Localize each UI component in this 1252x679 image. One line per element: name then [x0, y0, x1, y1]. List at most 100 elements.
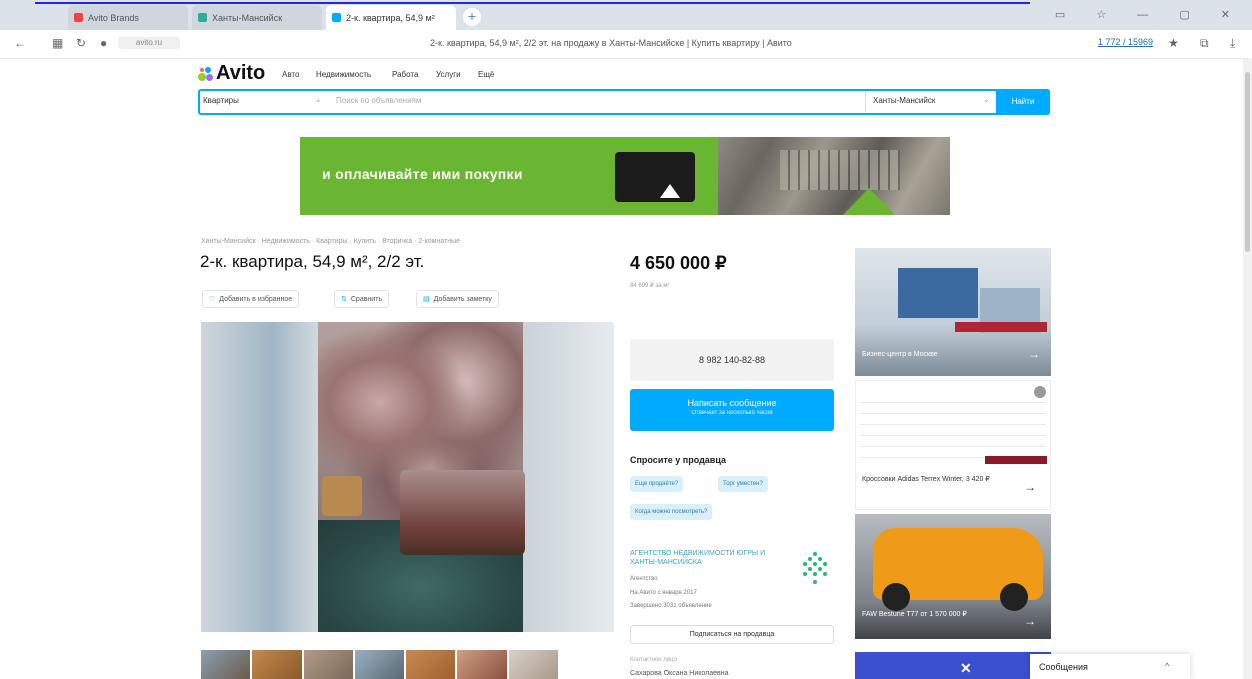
quick-question-chip[interactable]: Торг уместен? — [718, 476, 768, 492]
extensions-icon[interactable]: ⧉ — [1200, 36, 1209, 51]
photo-wall-right — [522, 322, 614, 632]
banner-photo-detail — [780, 150, 900, 190]
tab-label: Avito Brands — [88, 12, 139, 23]
price-per-meter: 84 699 ₽ за м² — [630, 283, 670, 289]
nav-more[interactable]: Ещё — [478, 70, 494, 79]
ad-image — [898, 268, 978, 318]
ad-caption: Бизнес-центр в Москве — [862, 351, 938, 358]
thumbnail[interactable] — [457, 650, 507, 679]
search-input[interactable]: Поиск по объявлениям — [336, 96, 421, 105]
arrow-right-icon[interactable]: → — [1024, 480, 1036, 494]
show-phone-button[interactable]: 8 982 140-82-88 — [630, 339, 834, 381]
write-message-button[interactable]: Написать сообщение Отвечает за несколько… — [630, 389, 834, 431]
chevron-down-icon[interactable]: ⌄ — [983, 95, 990, 104]
button-label: Добавить заметку — [433, 296, 492, 303]
contact-label: Контактное лицо — [630, 657, 677, 663]
button-label: Сравнить — [350, 296, 383, 303]
ad-info-icon[interactable] — [1034, 386, 1046, 398]
heart-icon: ♡ — [209, 296, 216, 303]
compare-button[interactable]: ⇅ Сравнить — [334, 290, 390, 308]
logo-text: Avito — [216, 62, 266, 84]
tabs-icon[interactable]: ▦ — [52, 36, 63, 50]
scrollbar-thumb[interactable] — [1245, 72, 1250, 252]
seller-type: Агентство — [630, 576, 658, 582]
card-logo-icon — [660, 184, 680, 198]
favicon-icon — [198, 13, 207, 22]
photo-nightstand — [322, 476, 362, 516]
price: 4 650 000 ₽ — [630, 253, 727, 273]
breadcrumb[interactable]: Ханты-Мансийск · Недвижимость · Квартиры… — [201, 238, 460, 245]
add-note-button[interactable]: ▤ Добавить заметку — [416, 290, 499, 308]
zoom-label[interactable]: 1 772 / 15969 — [1098, 37, 1153, 47]
add-favorite-button[interactable]: ♡ Добавить в избранное — [202, 290, 300, 308]
thumbnail[interactable] — [252, 650, 302, 679]
arrow-right-icon[interactable]: → — [1024, 614, 1036, 628]
divider — [865, 91, 866, 113]
bank-card-image — [615, 152, 695, 202]
page-title: 2-к. квартира, 54,9 м², 2/2 эт. на прода… — [430, 38, 792, 48]
nav-realty[interactable]: Недвижимость — [316, 70, 371, 79]
seller-logo-icon[interactable] — [795, 548, 835, 588]
browser-tab-2[interactable]: Ханты-Мансийск — [192, 5, 322, 30]
subscribe-button[interactable]: Подписаться на продавца — [630, 625, 834, 644]
city-select[interactable]: Ханты-Мансийск — [873, 96, 935, 105]
address-bar[interactable]: avito.ru — [118, 37, 180, 49]
new-tab-button[interactable]: + — [463, 8, 481, 26]
reload-icon[interactable]: ↻ — [76, 36, 86, 50]
ad-image — [860, 392, 1046, 462]
link-underline — [35, 2, 1030, 4]
banner-text: и оплачивайте ими покупки — [322, 166, 523, 182]
back-icon[interactable]: ← — [14, 36, 26, 50]
note-icon: ▤ — [423, 296, 430, 303]
browser-tab-1[interactable]: Avito Brands — [68, 5, 188, 30]
avito-logo[interactable]: Avito — [198, 62, 265, 85]
nav-services[interactable]: Услуги — [436, 70, 461, 79]
quick-question-chip[interactable]: Еще продаёте? — [630, 476, 684, 492]
window-controls[interactable]: ▭ ☆ — ▢ ✕ — [1055, 8, 1244, 21]
ad-image-wheel — [882, 583, 910, 611]
favicon-icon — [74, 13, 83, 22]
thumbnail[interactable] — [406, 650, 456, 679]
thumbnail[interactable] — [508, 650, 558, 679]
button-sublabel: Отвечает за несколько часов — [691, 410, 773, 416]
download-icon[interactable]: ⤓ — [1230, 36, 1235, 51]
ad-caption: Кроссовки Adidas Terrex Winter, 3 420 ₽ — [862, 476, 990, 483]
photo-bed — [400, 470, 525, 555]
thumbnail[interactable] — [201, 650, 251, 679]
quick-question-chip[interactable]: Когда можно посмотреть? — [630, 504, 713, 520]
favicon-icon — [332, 13, 341, 22]
photo-thumbnails — [201, 650, 558, 679]
tab-label: Ханты-Мансийск — [212, 12, 283, 23]
bookmark-icon[interactable]: ★ — [1168, 36, 1179, 50]
contact-name: Сахарова Оксана Николаевна — [630, 670, 729, 677]
ad-image — [955, 322, 1047, 332]
ad-card[interactable] — [855, 652, 1051, 679]
nav-auto[interactable]: Авто — [282, 70, 299, 79]
photo-wall-left — [201, 322, 319, 632]
thumbnail[interactable] — [303, 650, 353, 679]
chevron-down-icon[interactable]: ⌄ — [315, 95, 322, 104]
listing-title: 2-к. квартира, 54,9 м², 2/2 эт. — [200, 252, 425, 271]
button-label: Добавить в избранное — [219, 296, 293, 303]
ad-image — [985, 456, 1047, 464]
seller-since: На Авито с января 2017 — [630, 590, 697, 596]
chevron-up-icon[interactable]: ^ — [1165, 661, 1169, 671]
banner-badge-icon — [843, 188, 895, 215]
browser-tab-active[interactable]: 2-к. квартира, 54,9 м² — [326, 5, 456, 30]
messages-label: Сообщения — [1039, 662, 1088, 672]
nav-jobs[interactable]: Работа — [392, 70, 418, 79]
arrow-right-icon[interactable]: → — [1028, 347, 1040, 361]
compare-icon: ⇅ — [341, 296, 347, 303]
ad-caption: FAW Bestune T77 от 1 570 000 ₽ — [862, 611, 967, 618]
close-icon[interactable]: ✕ — [960, 660, 972, 677]
button-label: Написать сообщение — [687, 398, 777, 408]
search-button[interactable]: Найти — [996, 89, 1050, 115]
seller-name[interactable]: АГЕНТСТВО НЕДВИЖИМОСТИ ЮГРЫ И ХАНТЫ-МАНС… — [630, 549, 790, 567]
seller-completed: Завершено 3031 объявление — [630, 603, 712, 609]
ask-seller-heading: Спросите у продавца — [630, 455, 726, 465]
thumbnail[interactable] — [354, 650, 405, 679]
tab-label: 2-к. квартира, 54,9 м² — [346, 12, 435, 23]
category-select[interactable]: Квартиры — [203, 96, 239, 105]
avito-logo-icon — [198, 66, 214, 81]
ad-image-wheel — [1000, 583, 1028, 611]
